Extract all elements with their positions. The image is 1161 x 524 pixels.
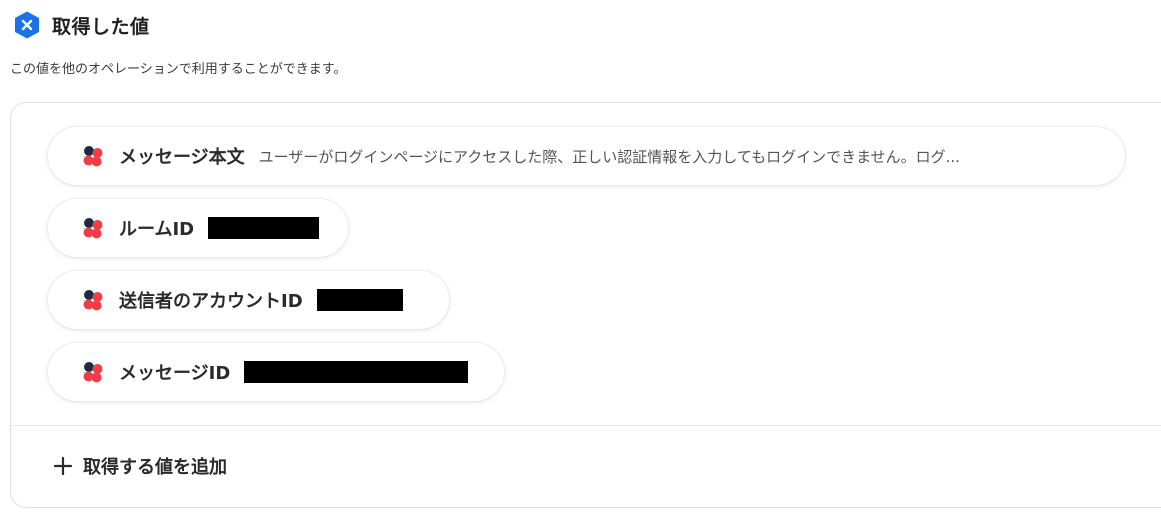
value-label: 送信者のアカウントID (119, 291, 303, 312)
add-value-button[interactable]: 取得する値を追加 (53, 453, 227, 479)
redacted-value (316, 289, 403, 311)
value-label: メッセージID (119, 363, 231, 384)
redacted-value (208, 217, 320, 239)
section-subtitle: この値を他のオペレーションで利用することができます。 (10, 62, 347, 77)
value-text: ユーザーがログインページにアクセスした際、正しい認証情報を入力してもログインでき… (258, 147, 960, 166)
values-panel: メッセージ本文 ユーザーがログインページにアクセスした際、正しい認証情報を入力し… (10, 102, 1161, 508)
x-close-icon (15, 11, 39, 39)
redacted-value (244, 361, 469, 383)
value-label: ルームID (119, 219, 195, 240)
chatwork-logo-icon (83, 218, 103, 239)
chatwork-logo-icon (83, 146, 103, 167)
value-label: メッセージ本文 (119, 147, 245, 168)
value-pill-sender-account-id[interactable]: 送信者のアカウントID (48, 271, 449, 329)
value-pill-room-id[interactable]: ルームID (48, 199, 348, 257)
section-title: 取得した値 (52, 15, 150, 38)
section-header: 取得した値 (12, 10, 150, 40)
value-pill-message-body[interactable]: メッセージ本文 ユーザーがログインページにアクセスした際、正しい認証情報を入力し… (48, 127, 1125, 185)
add-value-label: 取得する値を追加 (83, 457, 227, 478)
chatwork-logo-icon (83, 362, 103, 383)
value-pill-message-id[interactable]: メッセージID (48, 343, 504, 401)
divider (11, 425, 1161, 426)
chatwork-logo-icon (83, 290, 103, 311)
plus-icon (53, 456, 73, 476)
